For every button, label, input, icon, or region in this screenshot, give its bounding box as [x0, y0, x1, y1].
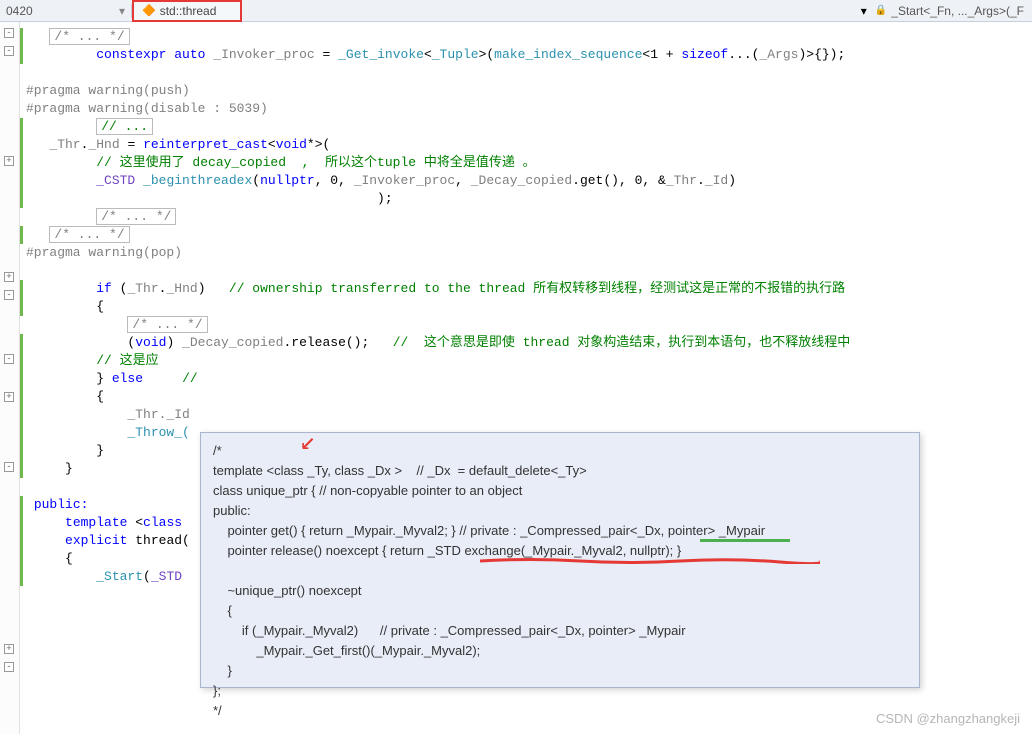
tooltip-line: public:	[213, 501, 907, 521]
tooltip-line: class unique_ptr { // non-copyable point…	[213, 481, 907, 501]
code-line: // 这里使用了 decay_copied , 所以这个tuple 中将全是值传…	[20, 154, 1032, 172]
code-line: #pragma warning(pop)	[20, 244, 1032, 262]
code-line: if (_Thr._Hnd) // ownership transferred …	[20, 280, 1032, 298]
code-line: {	[20, 298, 1032, 316]
tooltip-line: }	[213, 661, 907, 681]
expand-icon[interactable]: +	[4, 156, 14, 166]
tooltip-line: */	[213, 701, 907, 721]
expand-icon[interactable]: +	[4, 644, 14, 654]
outline-gutter[interactable]: - - + + - - + - + -	[0, 22, 20, 734]
tooltip-line: {	[213, 601, 907, 621]
code-line: /* ... */	[20, 316, 1032, 334]
scope-text: 0420	[6, 4, 33, 18]
code-line	[20, 262, 1032, 280]
tooltip-line: template <class _Ty, class _Dx > // _Dx …	[213, 461, 907, 481]
code-line: #pragma warning(disable : 5039)	[20, 100, 1032, 118]
collapse-icon[interactable]: -	[4, 290, 14, 300]
lock-icon: 🔒	[875, 5, 887, 16]
scope-selector[interactable]: 0420 ▾	[0, 4, 132, 18]
navigation-bar: 0420 ▾ 🔶 std::thread ▾ 🔒 _Start<_Fn, ...…	[0, 0, 1032, 22]
code-line: // 这是应	[20, 352, 1032, 370]
annotation-underline-green	[700, 538, 790, 542]
annotation-underline-red	[480, 553, 820, 559]
expand-icon[interactable]: +	[4, 272, 14, 282]
collapse-icon[interactable]: -	[4, 462, 14, 472]
code-line: // ...	[20, 118, 1032, 136]
tooltip-line: if (_Mypair._Myval2) // private : _Compr…	[213, 621, 907, 641]
member-selector[interactable]: 🔒 _Start<_Fn, ..._Args>(_F	[867, 4, 1032, 18]
expand-icon[interactable]: +	[4, 392, 14, 402]
collapse-icon[interactable]: -	[4, 662, 14, 672]
code-line: );	[20, 190, 1032, 208]
class-selector[interactable]: 🔶 std::thread	[132, 0, 242, 22]
code-line: /* ... */	[20, 208, 1032, 226]
code-line: /* ... */	[20, 226, 1032, 244]
code-line: #pragma warning(push)	[20, 82, 1032, 100]
code-line: _Thr._Id	[20, 406, 1032, 424]
code-line: {	[20, 388, 1032, 406]
tooltip-line: pointer get() { return _Mypair._Myval2; …	[213, 521, 907, 541]
collapse-icon[interactable]: -	[4, 46, 14, 56]
collapse-icon[interactable]: -	[4, 354, 14, 364]
code-line: _Thr._Hnd = reinterpret_cast<void*>(	[20, 136, 1032, 154]
tooltip-line: _Mypair._Get_first()(_Mypair._Myval2);	[213, 641, 907, 661]
member-text: _Start<_Fn, ..._Args>(_F	[891, 4, 1024, 18]
code-line: /* ... */	[20, 28, 1032, 46]
class-text: std::thread	[160, 4, 217, 18]
watermark: CSDN @zhangzhangkeji	[876, 711, 1020, 726]
code-line: _CSTD _beginthreadex(nullptr, 0, _Invoke…	[20, 172, 1032, 190]
class-icon: 🔶	[142, 4, 156, 17]
code-line: constexpr auto _Invoker_proc = _Get_invo…	[20, 46, 1032, 64]
collapse-icon[interactable]: -	[4, 28, 14, 38]
tooltip-line	[213, 561, 907, 581]
chevron-down-icon: ▾	[119, 4, 125, 18]
code-line: (void) _Decay_copied.release(); // 这个意思是…	[20, 334, 1032, 352]
code-line	[20, 64, 1032, 82]
code-line: } else //	[20, 370, 1032, 388]
tooltip-line: };	[213, 681, 907, 701]
tooltip-line: ~unique_ptr() noexcept	[213, 581, 907, 601]
tooltip-line: /*	[213, 441, 907, 461]
